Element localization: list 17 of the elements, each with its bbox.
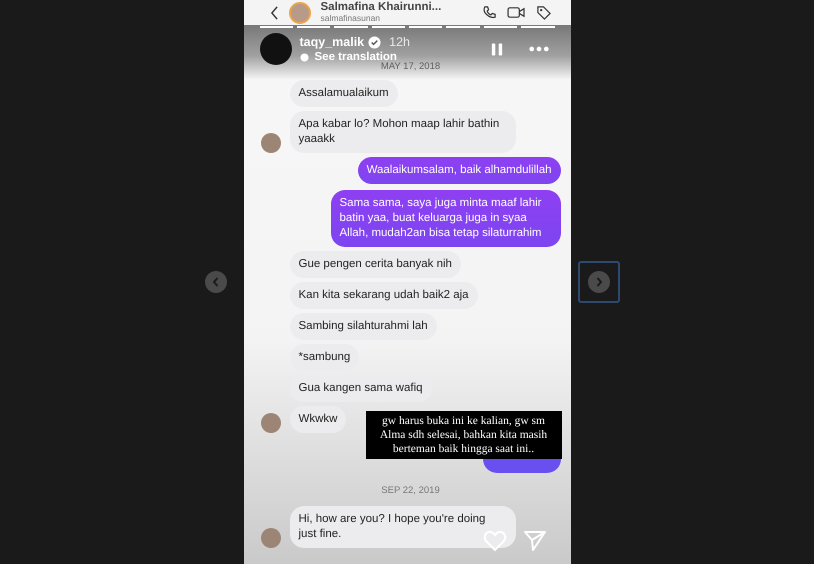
see-translation-link[interactable]: See translation: [300, 51, 397, 63]
date-separator: MAY 17, 2018: [380, 61, 440, 72]
received-message: Gue pengen cerita banyak nih: [290, 251, 461, 278]
username[interactable]: taqy_malik: [300, 35, 364, 49]
received-message: Kan kita sekarang udah baik2 aja: [290, 282, 478, 309]
sent-message: Waalaikumsalam, baik alhamdulillah: [358, 157, 560, 184]
received-message: Wkwkw: [290, 406, 346, 433]
received-message: Hi, how are you? I hope you're doing just fine.: [290, 506, 516, 548]
received-message: Assalamualaikum: [290, 80, 398, 107]
contact-username: salmafinasunan: [320, 12, 380, 24]
sent-message: Sama sama, saya juga minta maaf lahir batin yaa, buat keluarga juga in syaa Allah, mudah2an bisa tetap silaturrahim: [330, 190, 560, 247]
received-message: Sambing silahturahmi lah: [290, 313, 437, 340]
contact-name: Salmafina Khairunni...: [320, 2, 442, 12]
story-caption: gw harus buka ini ke kalian, gw sm Alma sdh selesai, bahkan kita masih berteman baik hingga saat ini..: [366, 411, 562, 459]
post-time: 12h: [389, 35, 410, 49]
received-message: Apa kabar lo? Mohon maap lahir bathin yaaakk: [290, 111, 516, 153]
date-separator: SEP 22, 2019: [381, 485, 440, 496]
